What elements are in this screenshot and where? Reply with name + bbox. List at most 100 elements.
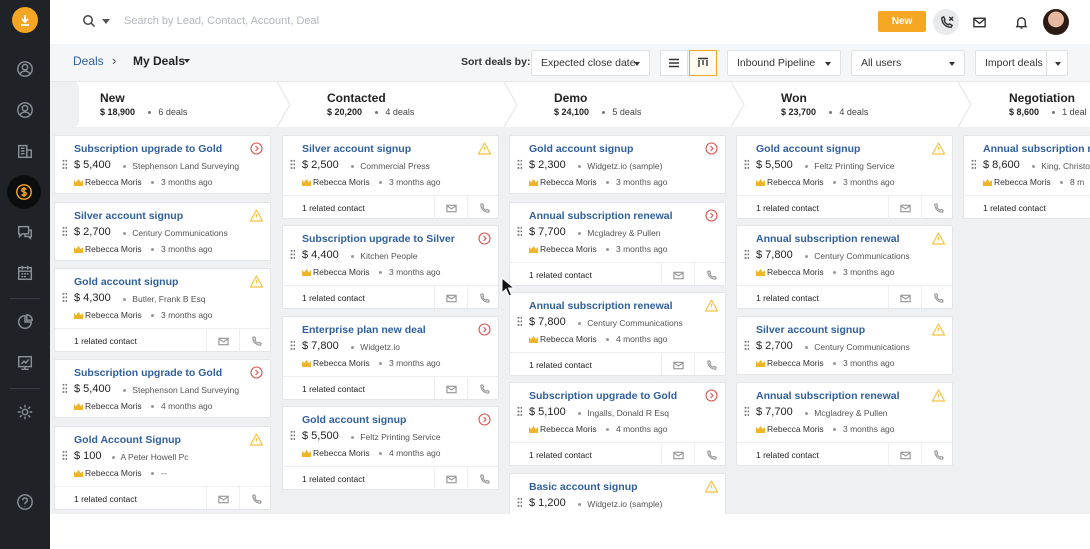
email-button[interactable] [206,329,239,353]
call-button[interactable] [694,443,727,467]
help-icon[interactable] [15,492,35,512]
warning-status-icon[interactable] [932,323,945,336]
drag-handle-icon[interactable] [290,159,295,170]
reports-icon[interactable] [15,312,35,332]
global-search[interactable]: Search by Lead, Contact, Account, Deal [82,14,319,28]
phone-dialer-icon[interactable] [933,9,959,35]
contacts-icon[interactable] [15,100,35,120]
calendar-icon[interactable] [15,263,35,283]
call-button[interactable] [694,353,727,377]
deals-icon[interactable] [7,175,41,209]
deal-card[interactable]: Basic account signup $ 1,200 Widgetz.io (s… [509,473,726,514]
breadcrumb-deals[interactable]: Deals [73,54,104,68]
deal-card[interactable]: Annual subscription renewal $ 7,800 Centur… [509,292,727,377]
deal-account[interactable]: Widgetz.io (sample) [587,161,662,171]
call-button[interactable] [467,467,500,491]
email-button[interactable] [888,443,921,467]
search-scope-caret-icon[interactable] [102,18,110,24]
related-contacts-count[interactable]: 1 related contact [756,203,819,213]
warning-status-icon[interactable] [932,389,945,402]
call-button[interactable] [239,487,272,511]
deal-title-link[interactable]: Basic account signup [529,481,638,493]
deal-title-link[interactable]: Gold account signup [529,143,633,155]
deal-card[interactable]: Subscription upgrade to Gold $ 5,100 Ingal… [509,382,727,467]
leads-icon[interactable] [15,59,35,79]
drag-handle-icon[interactable] [290,340,295,351]
view-switch-caret-icon[interactable] [184,59,190,63]
deal-account[interactable]: Century Communications [132,228,227,238]
deal-card[interactable]: Subscription upgrade to Silver $ 4,400 Kit… [282,225,499,310]
drag-handle-icon[interactable] [744,159,749,170]
deal-card[interactable]: Gold account signup $ 5,500 Feltz Printing… [282,406,500,491]
deal-account[interactable]: Ingalls, Donald R Esq [587,408,669,418]
related-contacts-count[interactable]: 1 related contact [983,203,1046,213]
deal-account[interactable]: Mcgladrey & Pullen [587,228,660,238]
deal-title-link[interactable]: Silver account signup [756,324,865,336]
related-contacts-count[interactable]: 1 related contact [529,360,592,370]
overdue-status-icon[interactable] [250,142,263,155]
drag-handle-icon[interactable] [290,430,295,441]
new-button[interactable]: New [878,11,926,32]
deal-title-link[interactable]: Enterprise plan new deal [302,324,426,336]
warning-status-icon[interactable] [705,480,718,493]
drag-handle-icon[interactable] [971,159,976,170]
overdue-status-icon[interactable] [478,232,491,245]
warning-status-icon[interactable] [250,433,263,446]
deal-title-link[interactable]: Gold account signup [74,276,178,288]
deal-card[interactable]: Subscription upgrade to Gold $ 5,400 Steph… [54,135,271,194]
deal-title-link[interactable]: Silver account signup [74,210,183,222]
overdue-status-icon[interactable] [705,142,718,155]
drag-handle-icon[interactable] [517,316,522,327]
call-button[interactable] [921,286,954,310]
deal-account[interactable]: Feltz Printing Service [360,432,440,442]
related-contacts-count[interactable]: 1 related contact [756,293,819,303]
overdue-status-icon[interactable] [705,209,718,222]
call-button[interactable] [467,196,500,220]
related-contacts-count[interactable]: 1 related contact [74,494,137,504]
email-button[interactable] [434,286,467,310]
drag-handle-icon[interactable] [744,340,749,351]
related-contacts-count[interactable]: 1 related contact [302,384,365,394]
drag-handle-icon[interactable] [290,249,295,260]
deal-account[interactable]: Kitchen People [360,251,417,261]
related-contacts-count[interactable]: 1 related contact [302,293,365,303]
email-button[interactable] [434,196,467,220]
call-button[interactable] [921,443,954,467]
settings-icon[interactable] [15,402,35,422]
deal-account[interactable]: Widgetz.io (sample) [587,499,662,509]
deal-title-link[interactable]: Subscription upgrade to Gold [74,143,222,155]
email-button[interactable] [434,467,467,491]
related-contacts-count[interactable]: 1 related contact [529,270,592,280]
deal-title-link[interactable]: Silver account signup [302,143,411,155]
deal-account[interactable]: Butler, Frank B Esq [132,294,205,304]
pipeline-select[interactable]: Inbound Pipeline [727,50,841,76]
drag-handle-icon[interactable] [744,249,749,260]
drag-handle-icon[interactable] [62,226,67,237]
deal-card[interactable]: Silver account signup $ 2,700 Century Comm… [736,316,953,375]
messages-icon[interactable] [15,222,35,242]
email-button[interactable] [661,353,694,377]
deal-card[interactable]: Enterprise plan new deal $ 7,800 Widgetz.i… [282,316,499,401]
overdue-status-icon[interactable] [478,413,491,426]
email-button[interactable] [434,377,467,401]
deal-title-link[interactable]: Annual subscription renewal [756,233,900,245]
email-button[interactable] [888,196,921,220]
deal-account[interactable]: Commercial Press [360,161,429,171]
drag-handle-icon[interactable] [517,497,522,508]
email-button[interactable] [206,487,239,511]
overdue-status-icon[interactable] [478,323,491,336]
warning-status-icon[interactable] [478,142,491,155]
deal-account[interactable]: Feltz Printing Service [814,161,894,171]
deal-account[interactable]: King, Christop [1041,161,1090,171]
deal-account[interactable]: Widgetz.io [360,342,400,352]
app-logo-icon[interactable] [12,7,38,33]
users-select[interactable]: All users [851,50,965,76]
warning-status-icon[interactable] [705,299,718,312]
related-contacts-count[interactable]: 1 related contact [302,203,365,213]
related-contacts-count[interactable]: 1 related contact [756,450,819,460]
deal-title-link[interactable]: Annual subscription rene [983,143,1090,155]
mail-icon[interactable] [966,9,992,35]
overdue-status-icon[interactable] [705,389,718,402]
deal-title-link[interactable]: Subscription upgrade to Silver [302,233,455,245]
search-input[interactable]: Search by Lead, Contact, Account, Deal [124,15,319,27]
